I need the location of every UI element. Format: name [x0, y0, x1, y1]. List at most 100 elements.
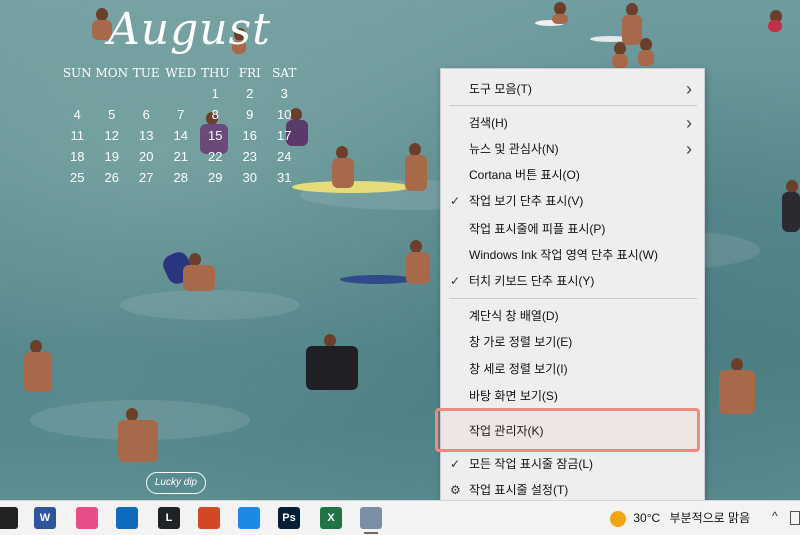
weather-description: 부분적으로 맑음: [669, 511, 751, 525]
menu-item-label: Cortana 버튼 표시(O): [469, 168, 580, 182]
menu-separator: [449, 105, 697, 106]
snip-tool-icon[interactable]: [76, 507, 98, 529]
calendar-week-row: 4 5 6 7 8 9 10: [60, 104, 305, 125]
menu-item-label: 터치 키보드 단추 표시(Y): [469, 274, 595, 288]
calendar-day: 12: [104, 128, 119, 143]
calendar-day: 29: [208, 170, 223, 185]
calendar-day: 5: [108, 107, 116, 122]
menu-separator: [449, 298, 697, 299]
weekday-label: WED: [165, 65, 197, 80]
calendar-day: 14: [173, 128, 188, 143]
menu-item[interactable]: Windows Ink 작업 영역 단추 표시(W): [441, 243, 704, 267]
calendar-week-row: 1 2 3: [60, 83, 305, 104]
excel-icon[interactable]: X: [320, 507, 342, 529]
menu-item-label: Windows Ink 작업 영역 단추 표시(W): [469, 248, 658, 262]
menu-item-label: 창 가로 정렬 보기(E): [469, 335, 573, 349]
menu-item[interactable]: 뉴스 및 관심사(N) ›: [441, 137, 704, 161]
menu-item-label: 계단식 창 배열(D): [469, 309, 559, 323]
menu-item-label: 검색(H): [469, 116, 508, 130]
checkmark-icon: ✓: [450, 457, 461, 471]
partly-sunny-icon: [610, 510, 626, 527]
calendar-day: 18: [70, 149, 85, 164]
menu-item[interactable]: ✓ 모든 작업 표시줄 잠금(L): [441, 452, 704, 476]
calendar-day: 26: [104, 170, 119, 185]
menu-item[interactable]: ✓ 터치 키보드 단추 표시(Y): [441, 269, 704, 293]
calendar-day: 15: [208, 128, 223, 143]
menu-item[interactable]: 도구 모음(T) ›: [441, 77, 704, 101]
lucky-dip-sticker: Lucky dip: [146, 472, 206, 494]
word-icon[interactable]: W: [34, 507, 56, 529]
calendar-day: 13: [139, 128, 154, 143]
menu-item[interactable]: 창 세로 정렬 보기(I): [441, 357, 704, 381]
menu-item-label: 작업 표시줄에 피플 표시(P): [469, 222, 606, 236]
menu-item-label: 창 세로 정렬 보기(I): [469, 362, 568, 376]
menu-item-label: 바탕 화면 보기(S): [469, 389, 558, 403]
calendar-day: 30: [242, 170, 257, 185]
calendar-weekday-row: SUN MON TUE WED THU FRI SAT: [60, 62, 305, 83]
weekday-label: SAT: [272, 65, 297, 80]
calendar-day: 6: [142, 107, 150, 122]
calendar-day: 11: [70, 128, 85, 143]
gear-icon: ⚙: [450, 483, 461, 497]
calendar-weeks: 1 2 3 4 5 6 7 8 9 10 11 12 13 14 15 16 17 18 19 20 21 22 23 24 2…: [60, 83, 305, 188]
calendar-week-row: 11 12 13 14 15 16 17: [60, 125, 305, 146]
menu-item-label: 모든 작업 표시줄 잠금(L): [469, 457, 594, 471]
weekday-label: MON: [95, 65, 129, 80]
calendar-day: 16: [242, 128, 257, 143]
image-viewer-icon[interactable]: [360, 507, 382, 529]
network-icon[interactable]: [790, 511, 800, 525]
calendar-grid: SUN MON TUE WED THU FRI SAT 1 2 3 4 5 6 7 8 9 10 1…: [60, 62, 305, 188]
calendar-day: 19: [104, 149, 119, 164]
menu-item-label: 도구 모음(T): [469, 82, 532, 96]
menu-item[interactable]: ✓ 작업 보기 단추 표시(V): [441, 189, 704, 213]
checkmark-icon: ✓: [450, 194, 461, 208]
chevron-right-icon: ›: [686, 139, 692, 159]
calendar-day: 21: [173, 149, 188, 164]
store-icon[interactable]: [116, 507, 138, 529]
photoshop-icon[interactable]: Ps: [278, 507, 300, 529]
calendar-day: 2: [246, 86, 254, 101]
calendar-day: 20: [139, 149, 154, 164]
menu-item[interactable]: 작업 표시줄에 피플 표시(P): [441, 217, 704, 241]
calendar-day: 9: [246, 107, 254, 122]
weather-temperature: 30°C: [633, 511, 661, 525]
weekday-label: THU: [200, 65, 230, 80]
menu-item[interactable]: 바탕 화면 보기(S): [441, 384, 704, 408]
calendar-day: 3: [280, 86, 288, 101]
presentation-app-icon[interactable]: [198, 507, 220, 529]
menu-item[interactable]: Cortana 버튼 표시(O): [441, 163, 704, 187]
chevron-right-icon: ›: [686, 79, 692, 99]
calendar-day: 31: [277, 170, 292, 185]
calendar-day: 27: [139, 170, 154, 185]
calendar-day: 24: [277, 149, 292, 164]
weekday-label: SUN: [62, 65, 92, 80]
calendar-day: 4: [73, 107, 81, 122]
menu-item[interactable]: ⚙ 작업 표시줄 설정(T): [441, 478, 704, 502]
calendar-day: 22: [208, 149, 223, 164]
menu-item-label: 작업 보기 단추 표시(V): [469, 194, 584, 208]
calendar-day: 23: [242, 149, 257, 164]
calendar-day: 7: [177, 107, 185, 122]
calendar-month-title: August: [108, 4, 271, 55]
checkmark-icon: ✓: [450, 274, 461, 288]
menu-item[interactable]: 창 가로 정렬 보기(E): [441, 330, 704, 354]
calendar-day: 8: [211, 107, 219, 122]
weather-widget[interactable]: 30°C 부분적으로 맑음: [610, 509, 750, 527]
calendar-week-row: 25 26 27 28 29 30 31: [60, 167, 305, 188]
menu-item-label: 뉴스 및 관심사(N): [469, 142, 559, 156]
calendar-day: 25: [70, 170, 85, 185]
calendar-week-row: 18 19 20 21 22 23 24: [60, 146, 305, 167]
calendar-day: 10: [277, 107, 292, 122]
calendar-day: 28: [173, 170, 188, 185]
league-of-legends-icon[interactable]: L: [158, 507, 180, 529]
media-app-icon[interactable]: [0, 507, 18, 529]
calendar-day: 17: [277, 128, 292, 143]
arrow-app-icon[interactable]: [238, 507, 260, 529]
menu-item[interactable]: 계단식 창 배열(D): [441, 304, 704, 328]
weekday-label: TUE: [132, 65, 160, 80]
calendar-day: 1: [211, 86, 219, 101]
taskbar: 30°C 부분적으로 맑음 ^ W L Ps X: [0, 500, 800, 535]
menu-item[interactable]: 검색(H) ›: [441, 111, 704, 135]
show-hidden-icons-chevron[interactable]: ^: [772, 509, 778, 523]
chevron-right-icon: ›: [686, 113, 692, 133]
